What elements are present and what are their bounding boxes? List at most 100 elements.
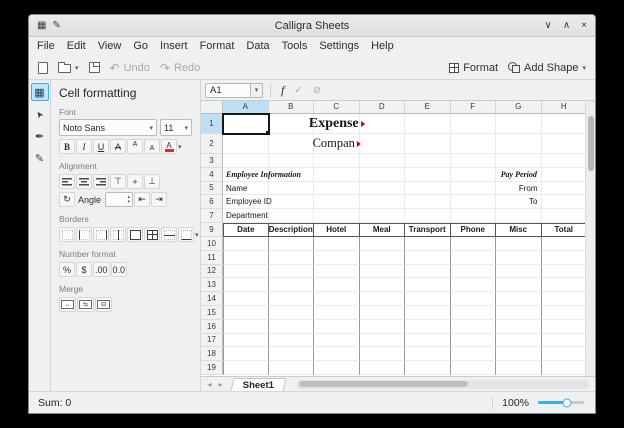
menu-go[interactable]: Go [127, 37, 154, 56]
cell-H9[interactable]: Total [542, 223, 588, 237]
border-outline-button[interactable] [127, 227, 143, 242]
cell-H19[interactable] [542, 361, 588, 375]
row-header-6[interactable]: 6 [201, 195, 223, 209]
cell-C11[interactable] [314, 251, 360, 265]
cell-G11[interactable] [496, 251, 542, 265]
cell-G14[interactable] [496, 292, 542, 306]
row-header-7[interactable]: 7 [201, 209, 223, 223]
cell-G9[interactable]: Misc [496, 223, 542, 237]
cell-E12[interactable] [405, 265, 451, 279]
border-none-button[interactable] [59, 227, 75, 242]
align-left-button[interactable] [59, 174, 75, 189]
cell-D1[interactable] [360, 114, 406, 134]
cell-A9[interactable]: Date [223, 223, 269, 237]
save-document-button[interactable] [84, 57, 105, 78]
cell-B11[interactable] [269, 251, 315, 265]
menu-format[interactable]: Format [194, 37, 241, 56]
cancel-icon[interactable]: ⊘ [310, 85, 324, 96]
cell-F11[interactable] [451, 251, 497, 265]
cell-A3[interactable] [223, 154, 269, 168]
cell-A19[interactable] [223, 361, 269, 375]
row-header-13[interactable]: 13 [201, 278, 223, 292]
cell-E4[interactable] [405, 168, 451, 182]
cell-B6[interactable] [269, 195, 315, 209]
cell-E10[interactable] [405, 237, 451, 251]
border-bottom-button[interactable] [178, 227, 194, 242]
cell-G3[interactable] [496, 154, 542, 168]
cell-reference-dropdown[interactable]: ▾ [251, 83, 263, 98]
cell-G18[interactable] [496, 347, 542, 361]
cell-B17[interactable] [269, 334, 315, 348]
undo-button[interactable]: ↶ Undo [105, 57, 155, 78]
merge-cells-button[interactable]: ↔ [59, 297, 76, 312]
valign-bottom-button[interactable]: ⊥ [144, 174, 160, 189]
cell-H2[interactable] [542, 134, 588, 154]
cell-E13[interactable] [405, 278, 451, 292]
cell-E7[interactable] [405, 209, 451, 223]
cell-F6[interactable] [451, 195, 497, 209]
cell-B1[interactable] [269, 114, 315, 134]
cell-B15[interactable] [269, 306, 315, 320]
cell-B10[interactable] [269, 237, 315, 251]
menu-tools[interactable]: Tools [276, 37, 314, 56]
angle-spinbox[interactable]: ▴ ▾ [105, 192, 133, 207]
column-header-B[interactable]: B [269, 101, 315, 114]
cell-B16[interactable] [269, 320, 315, 334]
cell-E15[interactable] [405, 306, 451, 320]
cell-C18[interactable] [314, 347, 360, 361]
menu-edit[interactable]: Edit [61, 37, 92, 56]
row-header-12[interactable]: 12 [201, 265, 223, 279]
cell-D17[interactable] [360, 334, 406, 348]
zoom-slider-handle[interactable] [562, 398, 571, 407]
row-header-4[interactable]: 4 [201, 168, 223, 182]
cell-A18[interactable] [223, 347, 269, 361]
format-button[interactable]: Format [444, 57, 503, 78]
cell-E5[interactable] [405, 182, 451, 196]
percent-format-button[interactable]: % [59, 262, 75, 277]
cell-C17[interactable] [314, 334, 360, 348]
cell-G10[interactable] [496, 237, 542, 251]
redo-button[interactable]: ↷ Redo [155, 57, 205, 78]
border-horizontal-button[interactable] [161, 227, 177, 242]
pointer-tool[interactable]: ➤ [31, 105, 49, 123]
cell-C16[interactable] [314, 320, 360, 334]
maximize-button[interactable]: ∧ [563, 20, 570, 31]
cell-B7[interactable] [269, 209, 315, 223]
cell-B19[interactable] [269, 361, 315, 375]
cell-D10[interactable] [360, 237, 406, 251]
vertical-scrollbar[interactable] [585, 101, 595, 376]
new-document-button[interactable] [33, 57, 53, 78]
menu-view[interactable]: View [92, 37, 128, 56]
cell-E9[interactable]: Transport [405, 223, 451, 237]
cell-F1[interactable] [451, 114, 497, 134]
cell-H15[interactable] [542, 306, 588, 320]
cell-D4[interactable] [360, 168, 406, 182]
cell-A14[interactable] [223, 292, 269, 306]
merge-horizontal-button[interactable]: ⇆ [77, 297, 94, 312]
row-header-19[interactable]: 19 [201, 361, 223, 375]
cell-G17[interactable] [496, 334, 542, 348]
column-header-C[interactable]: C [314, 101, 360, 114]
cell-C3[interactable] [314, 154, 360, 168]
border-left-button[interactable] [76, 227, 92, 242]
cell-A10[interactable] [223, 237, 269, 251]
select-all-corner[interactable] [201, 101, 223, 114]
cell-H14[interactable] [542, 292, 588, 306]
cell-C15[interactable] [314, 306, 360, 320]
row-header-3[interactable]: 3 [201, 154, 223, 168]
cell-B12[interactable] [269, 265, 315, 279]
menu-insert[interactable]: Insert [154, 37, 194, 56]
border-right-button[interactable] [93, 227, 109, 242]
row-header-16[interactable]: 16 [201, 320, 223, 334]
cell-F5[interactable] [451, 182, 497, 196]
cell-D6[interactable] [360, 195, 406, 209]
titlebar[interactable]: ▦ ✎ Calligra Sheets ∨ ∧ × [29, 15, 595, 37]
row-header-11[interactable]: 11 [201, 251, 223, 265]
cell-C12[interactable] [314, 265, 360, 279]
cell-B14[interactable] [269, 292, 315, 306]
cell-H18[interactable] [542, 347, 588, 361]
vertical-scrollbar-thumb[interactable] [588, 116, 594, 171]
rotate-angle-button[interactable]: ↻ [59, 192, 75, 207]
next-sheet-button[interactable]: ▸ [215, 380, 226, 389]
cell-A2[interactable] [223, 134, 269, 154]
